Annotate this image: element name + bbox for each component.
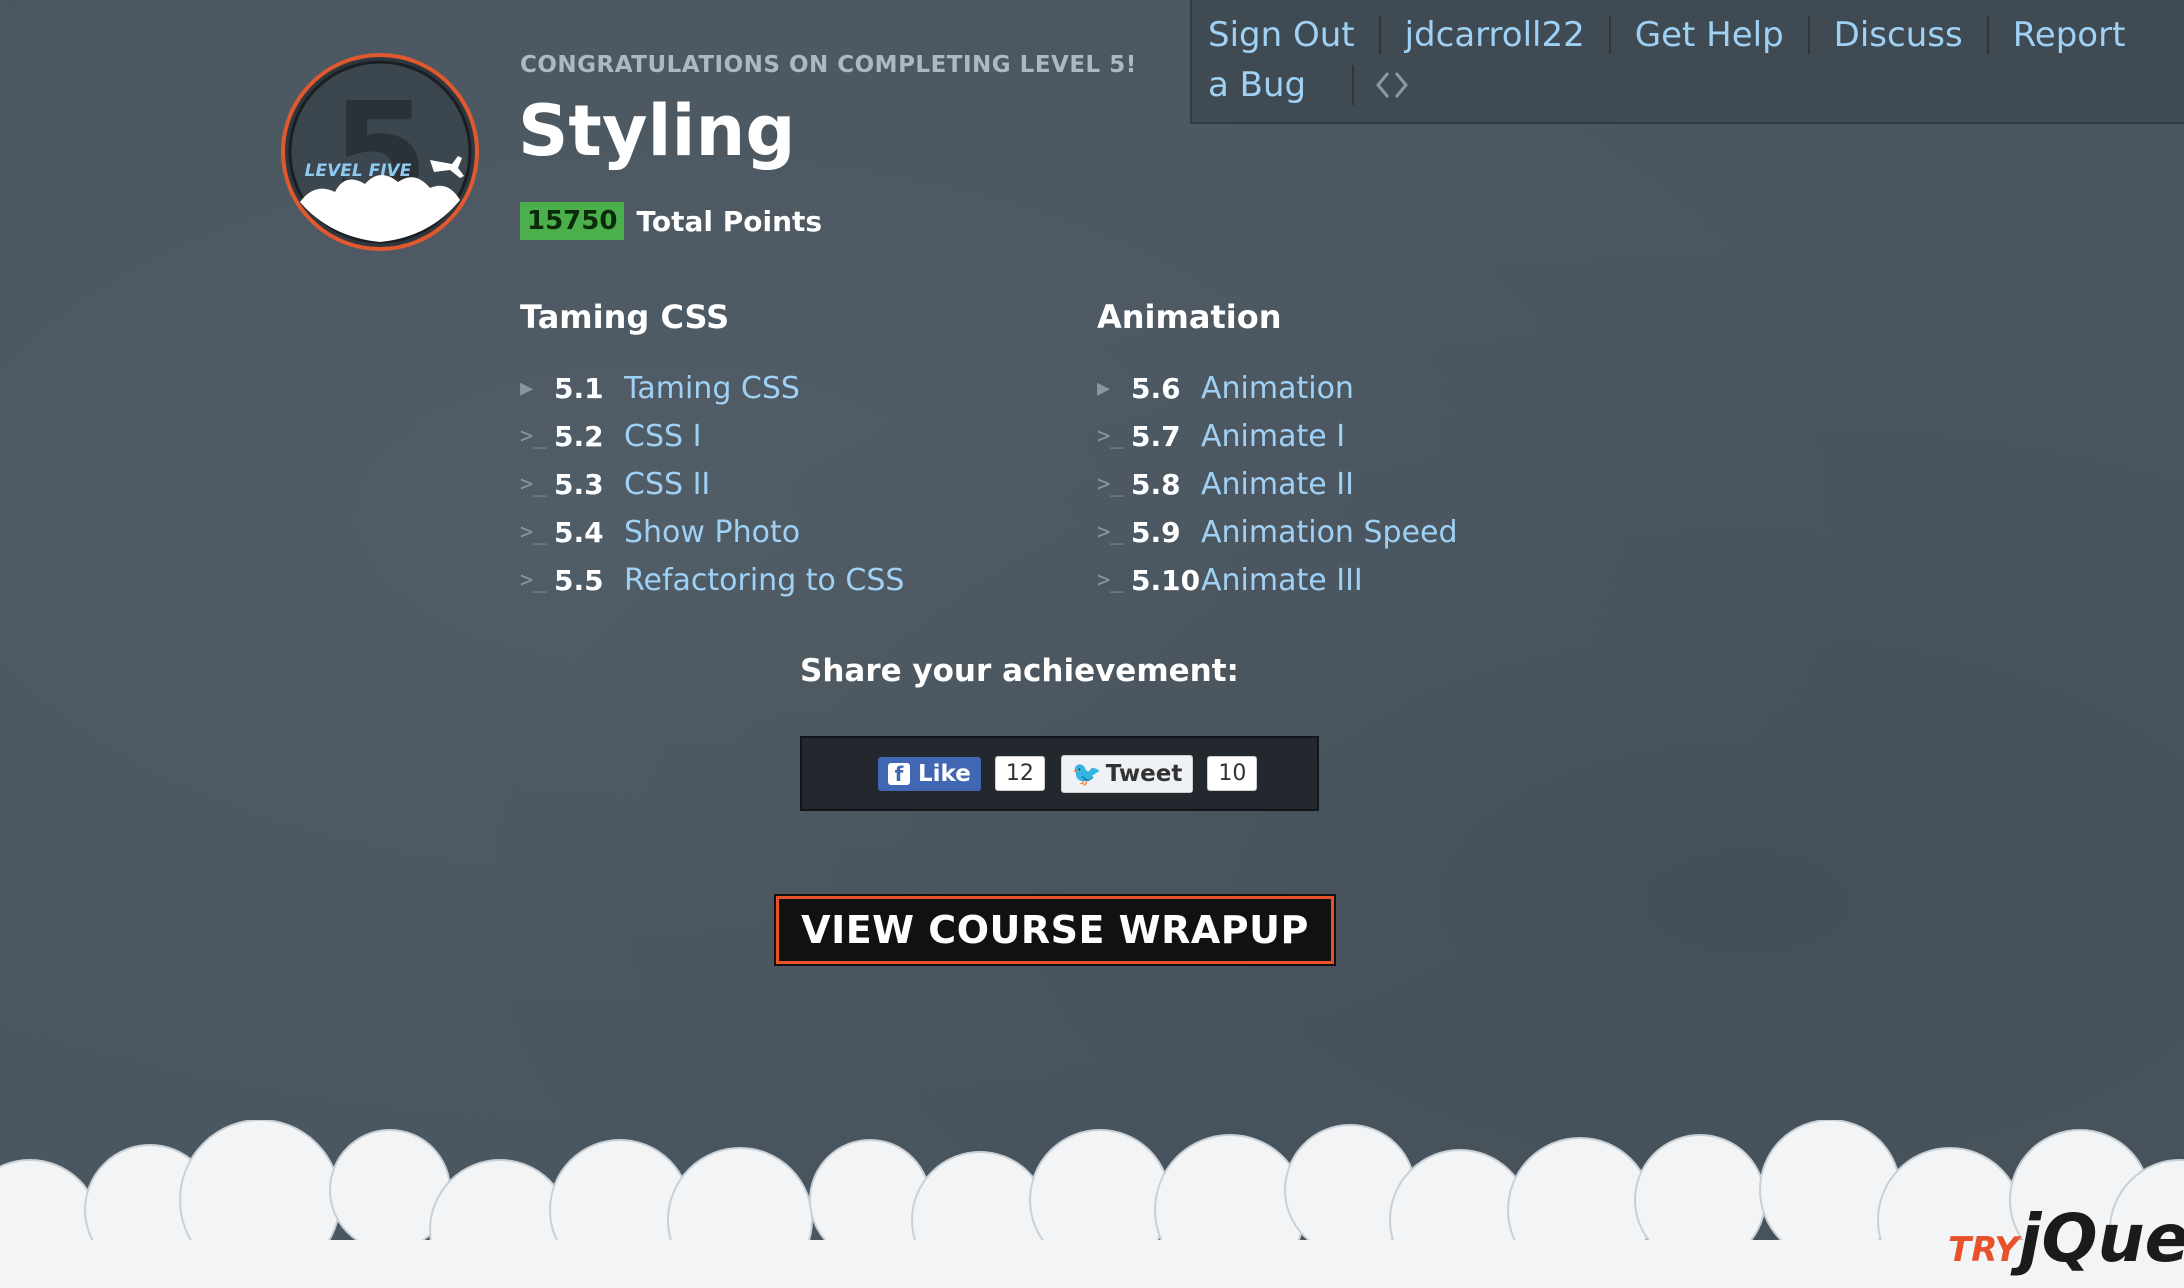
brand-name: jQuer bbox=[2018, 1200, 2184, 1277]
top-nav-row-1: Sign Out jdcarroll22 Get Help Discuss Re… bbox=[1208, 10, 2184, 60]
section-animation: Animation ▶ 5.6 Animation >_ 5.7 Animate… bbox=[1097, 298, 1458, 604]
code-brackets-icon[interactable] bbox=[1352, 65, 1414, 105]
lesson-link[interactable]: Animate I bbox=[1201, 419, 1345, 454]
tweet-label: Tweet bbox=[1105, 760, 1183, 787]
lesson-number: 5.3 bbox=[554, 467, 604, 501]
top-nav: Sign Out jdcarroll22 Get Help Discuss Re… bbox=[1190, 0, 2184, 124]
sign-out-link[interactable]: Sign Out bbox=[1208, 16, 1379, 54]
lesson-number: 5.2 bbox=[554, 419, 604, 453]
lesson-item[interactable]: >_ 5.8 Animate II bbox=[1097, 460, 1458, 508]
console-icon: >_ bbox=[520, 471, 547, 497]
lesson-link[interactable]: CSS I bbox=[624, 419, 701, 454]
user-profile-link[interactable]: jdcarroll22 bbox=[1378, 16, 1609, 54]
lesson-number: 5.8 bbox=[1131, 467, 1181, 501]
lesson-item[interactable]: >_ 5.9 Animation Speed bbox=[1097, 508, 1458, 556]
tweet-count: 10 bbox=[1207, 756, 1258, 791]
console-icon: >_ bbox=[520, 519, 547, 545]
view-course-wrapup-button[interactable]: VIEW COURSE WRAPUP bbox=[776, 896, 1334, 964]
twitter-icon: 🐦 bbox=[1071, 759, 1102, 788]
points-display: 15750 Total Points bbox=[520, 202, 822, 240]
share-title: Share your achievement: bbox=[800, 653, 1239, 689]
section-title: Taming CSS bbox=[520, 298, 730, 336]
share-box: f Like 12 🐦 Tweet 10 bbox=[800, 736, 1319, 811]
section-taming-css: Taming CSS ▶ 5.1 Taming CSS >_ 5.2 CSS I… bbox=[520, 298, 904, 604]
lesson-number: 5.4 bbox=[554, 515, 604, 549]
lesson-number: 5.1 bbox=[554, 371, 604, 405]
lesson-number: 5.10 bbox=[1131, 563, 1201, 597]
lesson-item[interactable]: >_ 5.3 CSS II bbox=[520, 460, 904, 508]
facebook-icon: f bbox=[888, 762, 910, 786]
console-icon: >_ bbox=[1097, 423, 1124, 449]
report-bug-link[interactable]: Report bbox=[1986, 16, 2150, 54]
play-icon: ▶ bbox=[1097, 375, 1111, 401]
lesson-link[interactable]: Show Photo bbox=[624, 515, 800, 550]
page-title: Styling bbox=[518, 90, 796, 172]
lesson-link[interactable]: Animate II bbox=[1201, 467, 1354, 502]
lesson-item[interactable]: >_ 5.5 Refactoring to CSS bbox=[520, 556, 904, 604]
top-nav-row-2: a Bug bbox=[1208, 60, 2184, 110]
facebook-like-button[interactable]: f Like bbox=[878, 756, 981, 791]
lesson-link[interactable]: Animate III bbox=[1201, 563, 1363, 598]
lesson-number: 5.7 bbox=[1131, 419, 1181, 453]
points-label: Total Points bbox=[636, 204, 823, 238]
lesson-link[interactable]: CSS II bbox=[624, 467, 710, 502]
level-badge: 5 LEVEL FIVE bbox=[280, 52, 480, 252]
lesson-link[interactable]: Taming CSS bbox=[624, 371, 800, 406]
lesson-item[interactable]: ▶ 5.6 Animation bbox=[1097, 364, 1458, 412]
lesson-link[interactable]: Animation bbox=[1201, 371, 1354, 406]
like-label: Like bbox=[918, 760, 971, 787]
lesson-number: 5.5 bbox=[554, 563, 604, 597]
badge-label: LEVEL FIVE bbox=[305, 161, 412, 181]
report-bug-link-continued[interactable]: a Bug bbox=[1208, 66, 1330, 104]
lesson-item[interactable]: >_ 5.2 CSS I bbox=[520, 412, 904, 460]
console-icon: >_ bbox=[1097, 567, 1124, 593]
lesson-item[interactable]: >_ 5.7 Animate I bbox=[1097, 412, 1458, 460]
console-icon: >_ bbox=[1097, 471, 1124, 497]
console-icon: >_ bbox=[520, 423, 547, 449]
lesson-link[interactable]: Refactoring to CSS bbox=[624, 563, 904, 598]
lesson-number: 5.6 bbox=[1131, 371, 1181, 405]
discuss-link[interactable]: Discuss bbox=[1807, 16, 1987, 54]
like-count: 12 bbox=[994, 756, 1045, 791]
lesson-number: 5.9 bbox=[1131, 515, 1181, 549]
points-value: 15750 bbox=[520, 202, 625, 240]
section-title: Animation bbox=[1097, 298, 1282, 336]
console-icon: >_ bbox=[1097, 519, 1124, 545]
brand-try: TRY bbox=[1948, 1230, 2019, 1270]
try-jquery-logo: TRYjQuer bbox=[1948, 1200, 2184, 1277]
clouds-decoration bbox=[0, 1120, 2184, 1288]
get-help-link[interactable]: Get Help bbox=[1608, 16, 1808, 54]
play-icon: ▶ bbox=[520, 375, 534, 401]
congratulations-text: CONGRATULATIONS ON COMPLETING LEVEL 5! bbox=[520, 52, 1137, 78]
lesson-link[interactable]: Animation Speed bbox=[1201, 515, 1458, 550]
lesson-item[interactable]: >_ 5.10 Animate III bbox=[1097, 556, 1458, 604]
lesson-item[interactable]: ▶ 5.1 Taming CSS bbox=[520, 364, 904, 412]
console-icon: >_ bbox=[520, 567, 547, 593]
lesson-item[interactable]: >_ 5.4 Show Photo bbox=[520, 508, 904, 556]
tweet-button[interactable]: 🐦 Tweet bbox=[1060, 754, 1194, 793]
